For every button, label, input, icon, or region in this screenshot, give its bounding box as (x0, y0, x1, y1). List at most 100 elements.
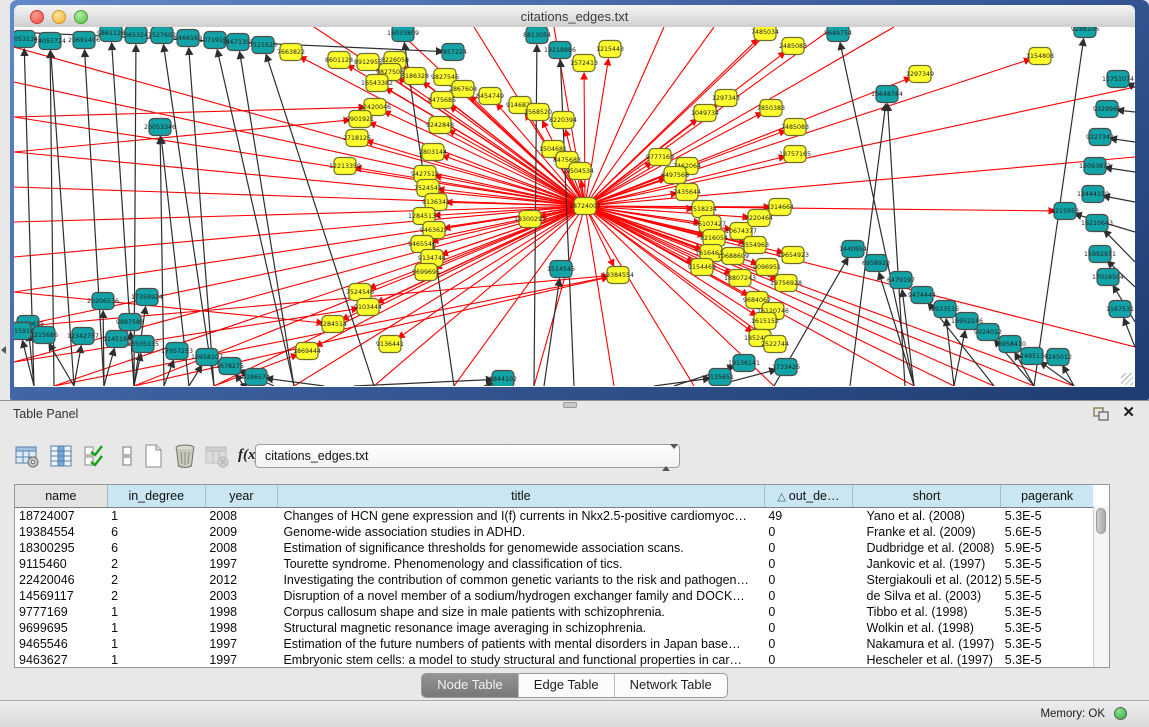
vertical-scrollbar[interactable] (1093, 506, 1109, 667)
delete-column-icon[interactable] (172, 443, 199, 470)
graph-node[interactable]: 2522744 (761, 336, 789, 353)
graph-node[interactable]: 18807243 (724, 270, 756, 287)
graph-node[interactable]: 1284514 (319, 316, 347, 333)
graph-node[interactable]: 8554963 (741, 237, 769, 254)
table-row[interactable]: 977716911998Corpus callosum shape and si… (15, 604, 1093, 620)
table-row[interactable]: 969969511998Structural magnetic resonanc… (15, 620, 1093, 636)
graph-node[interactable]: 13505135 (127, 336, 159, 353)
graph-node[interactable]: 6479197 (887, 272, 915, 289)
table-row[interactable]: 946554611997Estimation of the future num… (15, 636, 1093, 652)
graph-node[interactable]: 8649754 (824, 27, 852, 42)
row-height-icon[interactable] (114, 443, 141, 470)
graph-node[interactable]: 1440954 (839, 241, 867, 258)
graph-node[interactable]: 12093872 (1079, 158, 1111, 175)
network-window[interactable]: citations_edges.txt 76638228601128891295… (10, 0, 1149, 400)
graph-node[interactable]: 16033809 (387, 27, 419, 42)
graph-node[interactable]: 9901921 (346, 111, 374, 128)
graph-node[interactable]: 9136441 (376, 336, 404, 353)
tab-network-table[interactable]: Network Table (614, 674, 727, 697)
graph-node[interactable]: 9227342 (1086, 129, 1114, 146)
collapse-panel-arrow-icon[interactable] (1, 346, 6, 354)
graph-node[interactable]: 1678275 (216, 358, 244, 375)
graph-node[interactable]: 8475685 (428, 92, 456, 109)
table-row[interactable]: 946362711997Embryonic stem cells: a mode… (15, 652, 1093, 668)
graph-node[interactable]: 9288106 (1071, 27, 1099, 38)
graph-node[interactable]: 1215443 (596, 41, 624, 58)
graph-node[interactable]: 9186574 (242, 369, 270, 386)
graph-node[interactable]: 1527602 (148, 27, 176, 44)
graph-node[interactable]: 1568520 (524, 104, 552, 121)
graph-node[interactable]: 16210643 (1081, 215, 1113, 232)
graph-node[interactable]: 1572413 (570, 55, 598, 72)
graph-node[interactable]: 17957253 (161, 343, 193, 360)
graph-node[interactable]: 12342757 (67, 328, 99, 345)
table-row[interactable]: 1830029562008Estimation of significance … (15, 540, 1093, 556)
table-row[interactable]: 1872400712008Changes of HCN gene express… (15, 508, 1093, 525)
table-row[interactable]: 911546021997Tourette syndrome. Phenomeno… (15, 556, 1093, 572)
graph-node[interactable]: 1615152 (751, 313, 779, 330)
graph-node[interactable]: 2485083 (779, 38, 807, 55)
table-row[interactable]: 1456911722003Disruption of a novel membe… (15, 588, 1093, 604)
graph-node[interactable]: 9504534 (566, 163, 594, 180)
graph-node[interactable]: 15751074 (1102, 71, 1134, 88)
graph-node[interactable]: 18757165 (779, 146, 811, 163)
graph-node[interactable]: 2435644 (673, 184, 701, 201)
table-selector[interactable]: citations_edges.txt (255, 444, 680, 468)
graph-node[interactable]: 9024012 (974, 324, 1002, 341)
graph-node[interactable]: 9897588 (116, 314, 144, 331)
graph-node[interactable]: 9777169 (646, 149, 674, 166)
graph-node[interactable]: 19384554 (602, 267, 634, 284)
tab-node-table[interactable]: Node Table (422, 674, 518, 697)
graph-node[interactable]: 1297349 (906, 66, 934, 83)
column-header-5[interactable]: short (853, 485, 1001, 508)
graph-node[interactable]: 7485083 (781, 119, 809, 136)
graph-node[interactable]: 14055724 (34, 33, 66, 50)
graph-node[interactable]: 16648784 (871, 86, 903, 103)
graph-node[interactable]: 20691406 (68, 32, 100, 49)
graph-node[interactable]: 7663822 (277, 44, 305, 61)
float-panel-icon[interactable] (1093, 407, 1109, 421)
new-column-icon[interactable] (140, 443, 167, 470)
resize-grip-icon[interactable] (1121, 373, 1133, 385)
graph-node[interactable]: 17016504 (1092, 269, 1124, 286)
table-row[interactable]: 2242004622012Investigating the contribut… (15, 572, 1093, 588)
graph-node[interactable]: 1049734 (691, 105, 719, 122)
graph-node[interactable]: 19654923 (777, 247, 809, 264)
graph-node[interactable]: 15992971 (1084, 246, 1116, 263)
graph-node[interactable]: 1314664 (766, 199, 794, 216)
graph-node[interactable]: 20206536 (87, 293, 119, 310)
column-header-3[interactable]: title (277, 485, 764, 508)
network-view-canvas[interactable]: 7663822860112889129558226058982750816543… (14, 27, 1135, 387)
tab-edge-table[interactable]: Edge Table (518, 674, 614, 697)
graph-node[interactable]: 9135651 (706, 369, 734, 386)
select-columns-icon[interactable] (82, 443, 109, 470)
graph-node[interactable]: 12495134 (1016, 348, 1048, 365)
graph-node[interactable]: 17359924 (131, 289, 163, 306)
graph-node[interactable]: 9474444 (908, 287, 936, 304)
scrollbar-thumb[interactable] (1096, 508, 1106, 534)
graph-node[interactable]: 9096951 (753, 259, 781, 276)
graph-node[interactable]: 10688609 (717, 248, 749, 265)
graph-node[interactable]: 19136141 (728, 355, 760, 372)
column-header-2[interactable]: year (205, 485, 277, 508)
graph-node[interactable]: 9103444 (354, 299, 382, 316)
graph-node[interactable]: 6466160 (174, 30, 202, 47)
graph-node[interactable]: 12444159 (1077, 186, 1109, 203)
graph-node[interactable]: 20053346 (144, 119, 176, 136)
splitter-grip[interactable] (563, 402, 577, 408)
graph-node[interactable]: 1215686 (30, 327, 58, 344)
graph-node[interactable]: 18300295 (514, 211, 546, 228)
graph-node[interactable]: 1167531 (1106, 301, 1134, 318)
graph-node[interactable]: 7515526 (249, 37, 277, 54)
close-panel-icon[interactable]: ✕ (1122, 405, 1135, 421)
graph-node[interactable]: 1733426 (772, 359, 800, 376)
graph-node[interactable]: 2803144 (419, 144, 447, 161)
graph-node[interactable]: 8220394 (549, 112, 577, 129)
graph-node[interactable]: 8601128 (325, 52, 353, 69)
graph-node[interactable]: 12213359 (329, 158, 361, 175)
graph-node[interactable]: 1154808 (1026, 48, 1054, 65)
graph-node[interactable]: 16543382 (361, 75, 393, 92)
column-header-6[interactable]: pagerank (1001, 485, 1093, 508)
graph-node[interactable]: 8215953 (1051, 203, 1079, 220)
graph-node[interactable]: 8912955 (354, 54, 382, 71)
